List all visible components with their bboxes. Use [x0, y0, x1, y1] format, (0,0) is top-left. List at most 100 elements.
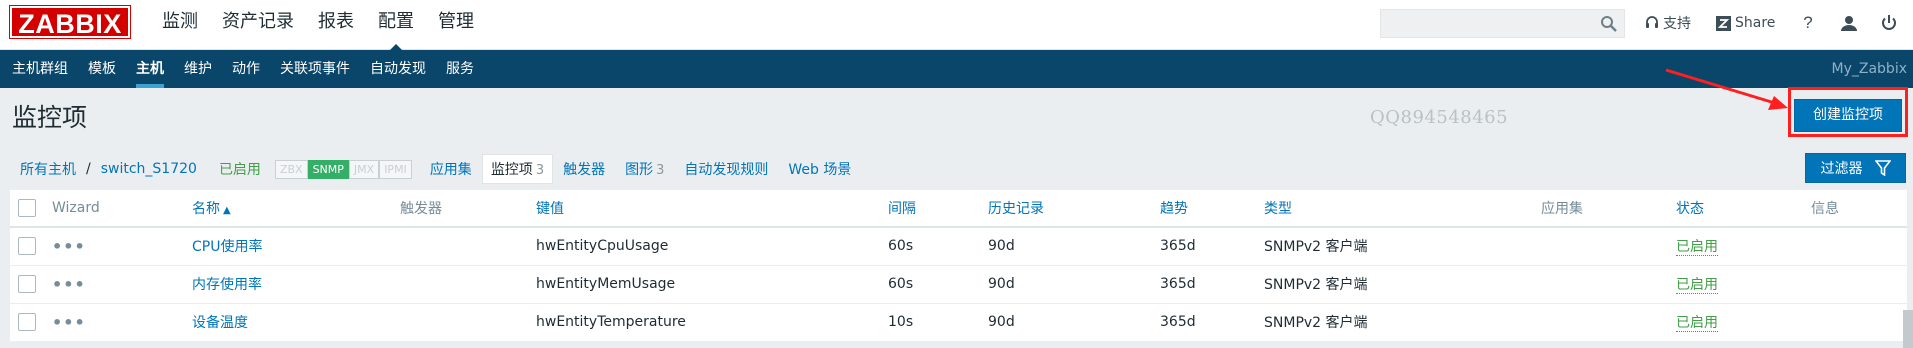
row-key: hwEntityMemUsage: [528, 265, 880, 304]
header-interval[interactable]: 间隔: [880, 190, 980, 228]
status-toggle-link[interactable]: 已启用: [1676, 239, 1718, 257]
page-scrollbar[interactable]: [1903, 310, 1913, 348]
submenu-actions[interactable]: 动作: [222, 50, 270, 88]
item-name-link[interactable]: 内存使用率: [192, 277, 262, 293]
row-applications-cell: [1533, 265, 1668, 304]
top-bar: ZABBIX 监测 资产记录 报表 配置 管理 支持 Share ?: [0, 0, 1913, 51]
availability-zbx: ZBX: [274, 159, 308, 179]
row-triggers-cell: [392, 227, 528, 266]
support-link[interactable]: 支持: [1645, 12, 1691, 34]
share-link[interactable]: Share: [1716, 12, 1775, 34]
support-label: 支持: [1663, 16, 1691, 32]
header-name[interactable]: 名称 ▲: [184, 190, 392, 228]
status-toggle-link[interactable]: 已启用: [1676, 315, 1718, 332]
tab-web-scenarios-label: Web 场景: [788, 162, 852, 178]
header-applications: 应用集: [1533, 190, 1668, 228]
table-row: ••• CPU使用率 hwEntityCpuUsage 60s 90d 365d…: [10, 227, 1907, 266]
funnel-icon: [1874, 160, 1891, 176]
tab-triggers[interactable]: 触发器: [553, 159, 615, 179]
tab-items[interactable]: 监控项 3: [481, 154, 554, 184]
breadcrumb-all-hosts[interactable]: 所有主机: [10, 159, 86, 179]
row-checkbox[interactable]: [18, 237, 36, 256]
search-box: [1380, 9, 1625, 38]
header-history[interactable]: 历史记录: [980, 190, 1152, 228]
menu-item-reports[interactable]: 报表: [306, 0, 366, 50]
watermark-text: QQ894548465: [1370, 107, 1509, 128]
select-all-checkbox[interactable]: [18, 199, 36, 217]
row-select-cell: [10, 303, 44, 342]
tab-discovery-rules[interactable]: 自动发现规则: [674, 159, 778, 179]
row-history: 90d: [980, 303, 1152, 342]
zabbix-logo[interactable]: ZABBIX: [9, 5, 131, 39]
row-wizard-cell: •••: [44, 303, 184, 342]
availability-jmx: JMX: [348, 159, 380, 179]
menu-item-configuration[interactable]: 配置: [366, 0, 426, 51]
row-key: hwEntityCpuUsage: [528, 227, 880, 266]
tab-graphs[interactable]: 图形 3: [615, 159, 674, 179]
search-input[interactable]: [1381, 10, 1591, 37]
submenu-host-groups[interactable]: 主机群组: [2, 50, 78, 88]
header-type[interactable]: 类型: [1256, 190, 1533, 228]
table-row: ••• 内存使用率 hwEntityMemUsage 60s 90d 365d …: [10, 265, 1907, 304]
help-icon[interactable]: ?: [1796, 11, 1820, 35]
row-triggers-cell: [392, 303, 528, 342]
submenu-services[interactable]: 服务: [436, 50, 484, 88]
sub-menu-bar: 主机群组 模板 主机 维护 动作 关联项事件 自动发现 服务 My_Zabbix: [0, 50, 1913, 88]
tab-triggers-label: 触发器: [563, 162, 606, 178]
submenu-event-correlation[interactable]: 关联项事件: [270, 50, 360, 88]
submenu-hosts[interactable]: 主机: [126, 50, 174, 88]
row-key: hwEntityTemperature: [528, 303, 880, 342]
user-profile-icon[interactable]: [1837, 11, 1861, 35]
row-interval: 10s: [880, 303, 980, 342]
status-toggle-link[interactable]: 已启用: [1676, 277, 1718, 294]
row-name-cell: 内存使用率: [184, 265, 392, 304]
submenu-templates[interactable]: 模板: [78, 50, 126, 88]
item-name-link[interactable]: CPU使用率: [192, 239, 262, 255]
menu-item-inventory[interactable]: 资产记录: [210, 0, 306, 50]
table-header-row: Wizard 名称 ▲ 触发器 键值 间隔 历史记录 趋势 类型 应用集 状态 信…: [10, 190, 1907, 228]
row-interval: 60s: [880, 265, 980, 304]
sort-asc-icon: ▲: [223, 205, 231, 216]
tab-items-label: 监控项: [490, 162, 533, 178]
menu-item-administration[interactable]: 管理: [426, 0, 486, 50]
header-key[interactable]: 键值: [528, 190, 880, 228]
item-name-link[interactable]: 设备温度: [192, 315, 248, 331]
header-status[interactable]: 状态: [1668, 190, 1803, 228]
create-item-button[interactable]: 创建监控项: [1794, 99, 1902, 132]
row-type: SNMPv2 客户端: [1256, 265, 1533, 304]
sign-out-icon[interactable]: [1877, 11, 1901, 35]
search-icon[interactable]: [1600, 15, 1618, 33]
row-info-cell: [1803, 227, 1907, 266]
tab-applications[interactable]: 应用集: [420, 159, 482, 179]
availability-badges: ZBX SNMP JMX IPMI: [274, 159, 412, 179]
filter-label: 过滤器: [1820, 161, 1863, 177]
main-menu: 监测 资产记录 报表 配置 管理: [150, 0, 486, 51]
row-trends: 365d: [1152, 303, 1256, 342]
header-trends[interactable]: 趋势: [1152, 190, 1256, 228]
host-status: 已启用: [218, 162, 261, 178]
more-options-icon[interactable]: •••: [52, 275, 86, 294]
row-select-cell: [10, 265, 44, 304]
submenu-maintenance[interactable]: 维护: [174, 50, 222, 88]
items-table: Wizard 名称 ▲ 触发器 键值 间隔 历史记录 趋势 类型 应用集 状态 信…: [10, 190, 1907, 342]
more-options-icon[interactable]: •••: [52, 237, 86, 256]
headset-icon: [1646, 16, 1658, 28]
tab-web-scenarios[interactable]: Web 场景: [778, 159, 861, 179]
breadcrumb-host[interactable]: switch_S1720: [91, 161, 207, 177]
filter-button[interactable]: 过滤器: [1805, 153, 1906, 183]
tab-graphs-count: 3: [656, 163, 665, 178]
row-wizard-cell: •••: [44, 227, 184, 266]
header-name-label: 名称: [192, 201, 220, 217]
row-checkbox[interactable]: [18, 275, 36, 293]
row-checkbox[interactable]: [18, 313, 36, 331]
row-wizard-cell: •••: [44, 265, 184, 304]
row-interval: 60s: [880, 227, 980, 266]
row-info-cell: [1803, 265, 1907, 304]
row-select-cell: [10, 227, 44, 266]
more-options-icon[interactable]: •••: [52, 313, 86, 332]
tab-applications-label: 应用集: [429, 162, 472, 178]
share-label: Share: [1735, 15, 1776, 31]
row-applications-cell: [1533, 227, 1668, 266]
submenu-discovery[interactable]: 自动发现: [360, 50, 436, 88]
menu-item-monitoring[interactable]: 监测: [150, 0, 210, 50]
